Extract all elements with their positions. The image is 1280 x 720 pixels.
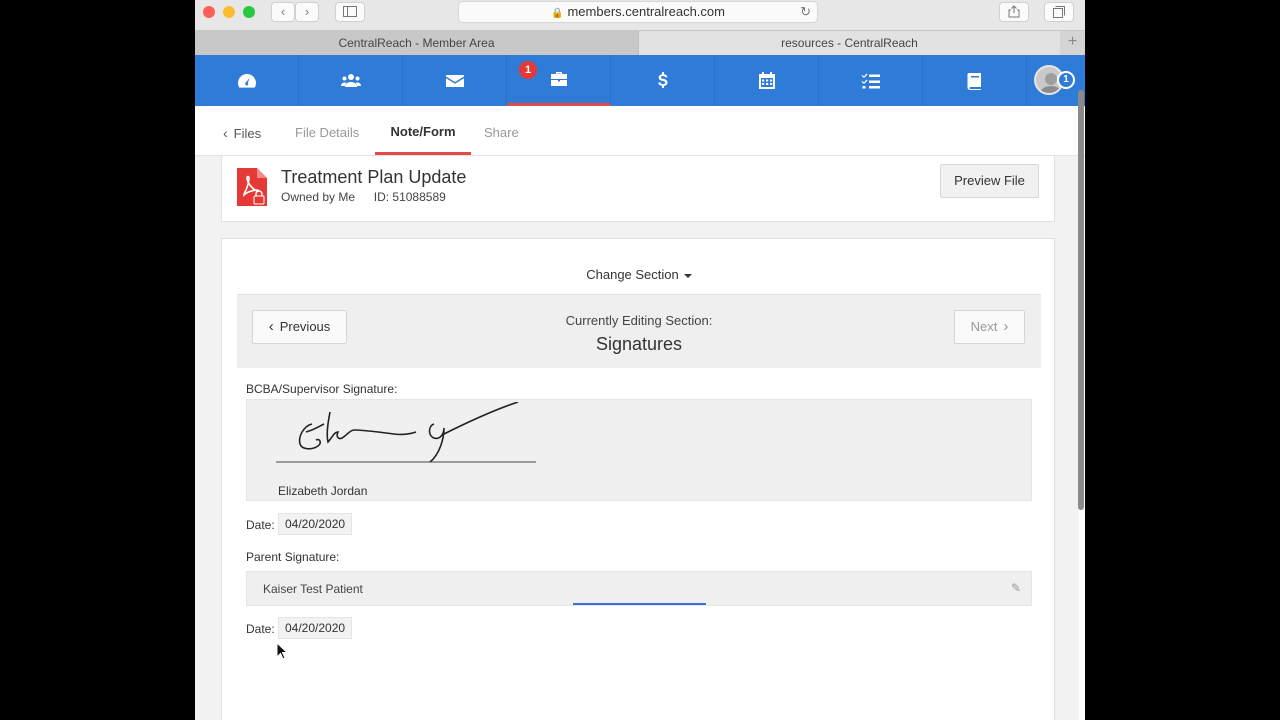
chevron-left-icon: ‹ bbox=[223, 125, 228, 141]
next-label: Next bbox=[970, 319, 998, 334]
section-navigation: ‹ Previous Currently Editing Section: Sig… bbox=[237, 294, 1041, 368]
back-to-files-label: Files bbox=[233, 126, 262, 141]
file-meta: Owned by Me ID: 51088589 bbox=[281, 190, 446, 204]
close-window-button[interactable] bbox=[203, 6, 215, 18]
avatar-notification-badge: 1 bbox=[1057, 71, 1075, 89]
bcba-signer-name: Elizabeth Jordan bbox=[278, 484, 368, 498]
calendar-icon bbox=[758, 71, 775, 89]
contacts-icon bbox=[340, 73, 361, 87]
notification-badge: 1 bbox=[519, 61, 537, 79]
tabs-icon bbox=[1053, 6, 1065, 18]
dashboard-icon bbox=[237, 73, 256, 88]
browser-toolbar: ‹ › 🔒 members.centralreach.com ↻ bbox=[195, 0, 1085, 30]
mail-icon bbox=[445, 74, 464, 87]
loading-indicator bbox=[573, 603, 706, 605]
nav-calendar[interactable] bbox=[715, 55, 819, 106]
zoom-window-button[interactable] bbox=[243, 6, 255, 18]
back-button[interactable]: ‹ bbox=[271, 2, 295, 22]
bcba-date-label: Date: bbox=[246, 518, 275, 532]
chevron-right-icon: › bbox=[1003, 318, 1009, 335]
currently-editing-label: Currently Editing Section: bbox=[565, 313, 713, 328]
bcba-signature-box[interactable]: Elizabeth Jordan bbox=[246, 399, 1032, 501]
back-to-files-link[interactable]: ‹ Files bbox=[223, 106, 261, 155]
reload-icon[interactable]: ↻ bbox=[800, 2, 811, 22]
new-tab-button[interactable]: + bbox=[1060, 31, 1085, 55]
browser-window: ‹ › 🔒 members.centralreach.com ↻ CentralR… bbox=[195, 0, 1085, 720]
parent-signature-label: Parent Signature: bbox=[246, 550, 340, 564]
file-id: ID: 51088589 bbox=[373, 190, 446, 204]
file-sub-tabs: ‹ Files File Details Note/Form Share bbox=[195, 106, 1085, 156]
nav-messages[interactable] bbox=[403, 55, 507, 106]
lock-icon: 🔒 bbox=[551, 8, 564, 19]
nav-dashboard[interactable] bbox=[195, 55, 299, 106]
parent-signer-name: Kaiser Test Patient bbox=[263, 582, 363, 596]
address-bar[interactable]: 🔒 members.centralreach.com ↻ bbox=[458, 1, 818, 23]
share-icon bbox=[1008, 5, 1020, 18]
file-owner: Owned by Me bbox=[281, 190, 356, 204]
nav-contacts[interactable] bbox=[299, 55, 403, 106]
pdf-locked-icon bbox=[237, 168, 267, 206]
form-card: Change Section ‹ Previous Currently Editi… bbox=[221, 238, 1055, 720]
bcba-date-field[interactable]: 04/20/2020 bbox=[278, 513, 352, 535]
tab-share[interactable]: Share bbox=[484, 106, 519, 155]
tabs-overview-button[interactable] bbox=[1044, 2, 1074, 22]
browser-tab-member-area[interactable]: CentralReach - Member Area bbox=[195, 31, 638, 55]
page-title: Treatment Plan Update bbox=[281, 167, 467, 187]
nav-library[interactable] bbox=[923, 55, 1027, 106]
next-button[interactable]: Next › bbox=[954, 310, 1025, 344]
nav-tasks[interactable] bbox=[819, 55, 923, 106]
sidebar-button[interactable] bbox=[335, 2, 365, 22]
sidebar-icon bbox=[343, 6, 357, 17]
content-area: Treatment Plan Update Owned by Me ID: 51… bbox=[195, 156, 1079, 720]
bcba-signature-label: BCBA/Supervisor Signature: bbox=[246, 382, 398, 396]
tab-file-details[interactable]: File Details bbox=[295, 106, 359, 155]
parent-date-label: Date: bbox=[246, 622, 275, 636]
forward-button[interactable]: › bbox=[295, 2, 319, 22]
app-navbar: 1 1 bbox=[195, 55, 1085, 106]
preview-file-button[interactable]: Preview File bbox=[940, 164, 1039, 198]
task-list-icon bbox=[861, 73, 880, 88]
change-section-label: Change Section bbox=[586, 267, 679, 282]
browser-tab-resources[interactable]: resources - CentralReach bbox=[638, 31, 1060, 55]
parent-signature-field[interactable]: Kaiser Test Patient ✎ bbox=[246, 571, 1032, 606]
share-button[interactable] bbox=[999, 2, 1029, 22]
section-title: Signatures bbox=[595, 334, 683, 354]
book-icon bbox=[967, 72, 981, 90]
briefcase-icon bbox=[550, 72, 567, 86]
tab-note-form[interactable]: Note/Form bbox=[375, 106, 471, 155]
minimize-window-button[interactable] bbox=[223, 6, 235, 18]
browser-tab-bar: CentralReach - Member Area resources - C… bbox=[195, 30, 1085, 55]
billing-dollar-icon bbox=[657, 71, 667, 88]
file-header-card: Treatment Plan Update Owned by Me ID: 51… bbox=[221, 156, 1055, 222]
url-text: members.centralreach.com bbox=[567, 4, 725, 19]
caret-down-icon bbox=[683, 273, 692, 278]
handwritten-signature bbox=[276, 402, 536, 463]
parent-date-field[interactable]: 04/20/2020 bbox=[278, 617, 352, 639]
mouse-cursor-icon bbox=[276, 642, 288, 660]
pencil-icon[interactable]: ✎ bbox=[1011, 581, 1021, 595]
nav-files[interactable]: 1 bbox=[507, 55, 611, 106]
nav-billing[interactable] bbox=[611, 55, 715, 106]
page-scrollbar[interactable] bbox=[1078, 90, 1084, 510]
change-section-dropdown[interactable]: Change Section bbox=[222, 267, 1056, 282]
